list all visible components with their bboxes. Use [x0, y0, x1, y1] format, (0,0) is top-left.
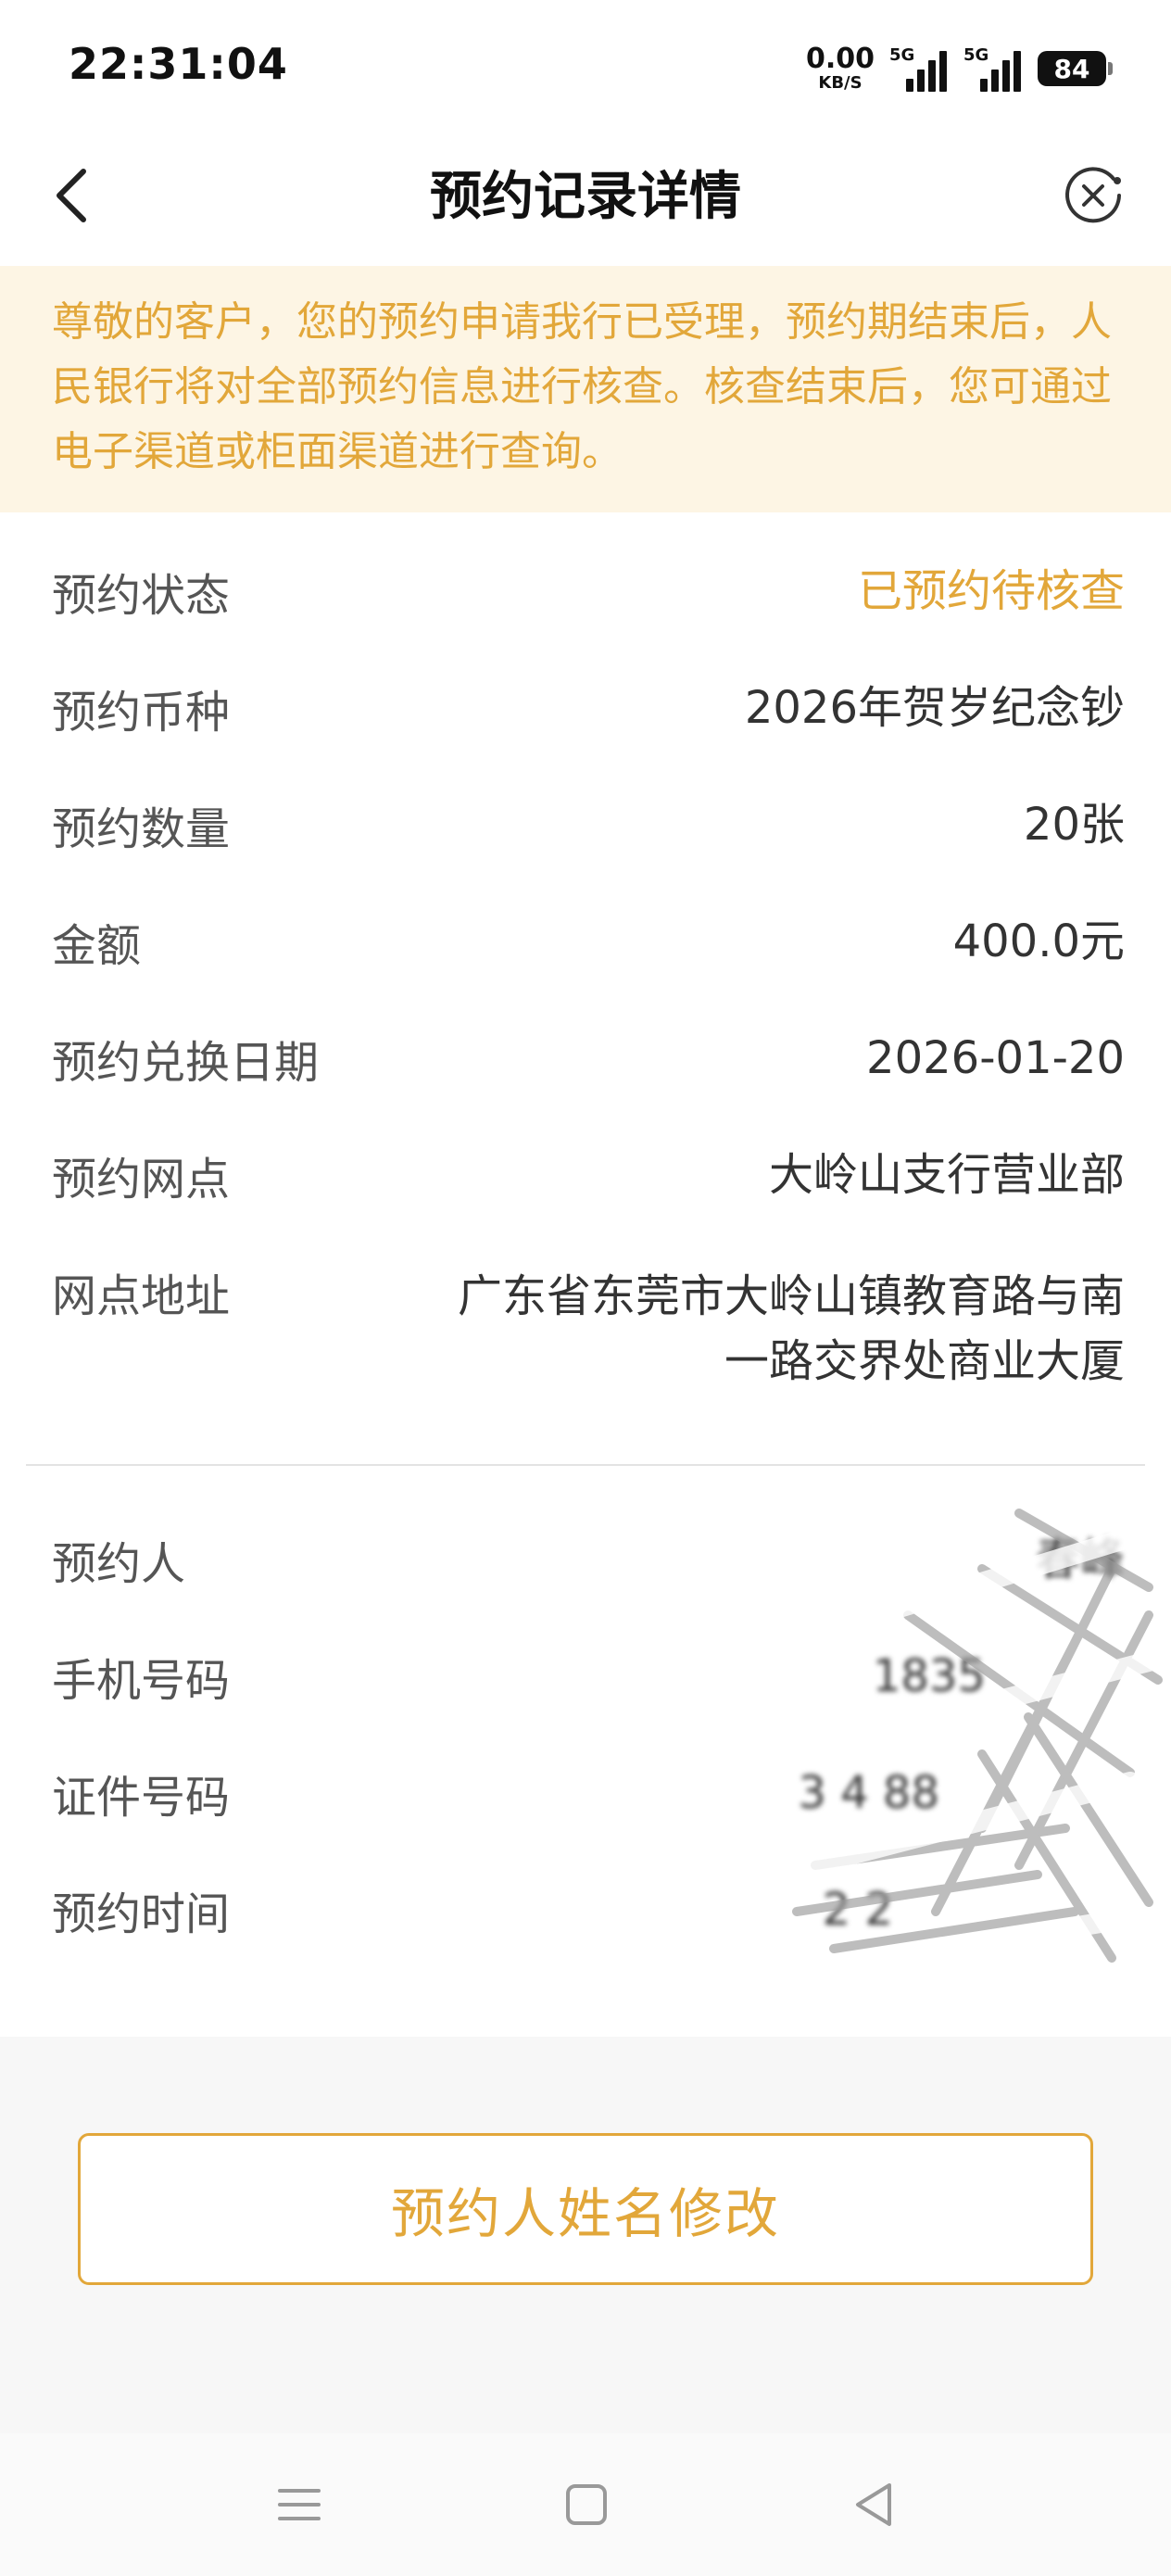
status-bar: 22:31:04 0.00 KB/S 5G 5G 84 [0, 0, 1171, 134]
notice-text: 尊敬的客户，您的预约申请我行已受理，预约期结束后，人民银行将对全部预约信息进行核… [52, 298, 1112, 475]
id-label: 证件号码 [52, 1772, 231, 1824]
amount-value: 400.0元 [952, 915, 1125, 967]
address-value: 广东省东莞市大岭山镇教育路与南一路交界处商业大厦 [457, 1270, 1125, 1387]
phone-label: 手机号码 [52, 1655, 231, 1707]
network-speed-unit: KB/S [818, 73, 863, 93]
exchange-date-value: 2026-01-20 [866, 1032, 1125, 1084]
network-speed: 0.00 KB/S [806, 45, 875, 92]
exchange-date-label: 预约兑换日期 [52, 1037, 320, 1089]
triangle-back-icon [856, 2483, 891, 2526]
battery-icon: 84 [1038, 51, 1113, 86]
detail-row-currency: 预约币种 2026年贺岁纪念钞 [52, 676, 1125, 750]
name-label: 预约人 [52, 1538, 186, 1590]
square-home-icon [566, 2484, 607, 2525]
menu-icon [278, 2489, 321, 2520]
status-value: 已预约待核查 [857, 565, 1125, 617]
status-indicators: 0.00 KB/S 5G 5G 84 [806, 43, 1113, 95]
close-button[interactable] [1062, 164, 1127, 229]
currency-value: 2026年贺岁纪念钞 [744, 682, 1125, 734]
signal-type-label: 5G [889, 45, 915, 65]
address-label: 网点地址 [52, 1270, 231, 1322]
time-label: 预约时间 [52, 1888, 231, 1940]
page-title: 预约记录详情 [430, 167, 741, 227]
modify-name-button[interactable]: 预约人姓名修改 [78, 2133, 1093, 2285]
detail-row-exchange-date: 预约兑换日期 2026-01-20 [52, 1026, 1125, 1100]
amount-label: 金额 [52, 920, 142, 972]
status-label: 预约状态 [52, 570, 231, 622]
detail-row-status: 预约状态 已预约待核查 [52, 559, 1125, 633]
signal-type-label: 5G [963, 45, 989, 65]
reservation-details: 预约状态 已预约待核查 预约币种 2026年贺岁纪念钞 预约数量 20张 金额 … [0, 512, 1171, 2037]
detail-row-address: 网点地址 广东省东莞市大岭山镇教育路与南一路交界处商业大厦 [52, 1259, 1125, 1398]
notice-banner: 尊敬的客户，您的预约申请我行已受理，预约期结束后，人民银行将对全部预约信息进行核… [0, 266, 1171, 512]
network-speed-value: 0.00 [805, 43, 875, 75]
navigation-bar [0, 2433, 1171, 2576]
detail-row-amount: 金额 400.0元 [52, 909, 1125, 983]
signal-icon: 5G [889, 45, 949, 92]
branch-value: 大岭山支行营业部 [768, 1149, 1125, 1201]
branch-label: 预约网点 [52, 1154, 231, 1206]
battery-level: 84 [1053, 53, 1090, 84]
currency-label: 预约币种 [52, 687, 231, 739]
signal-icon: 5G [963, 45, 1023, 92]
nav-back-button[interactable] [845, 2474, 906, 2535]
detail-row-branch: 预约网点 大岭山支行营业部 [52, 1143, 1125, 1217]
status-time: 22:31:04 [69, 39, 288, 89]
modify-name-label: 预约人姓名修改 [390, 2182, 780, 2245]
nav-menu-button[interactable] [269, 2474, 330, 2535]
close-circle-icon [1065, 167, 1121, 223]
quantity-value: 20张 [1023, 799, 1125, 851]
detail-row-quantity: 预约数量 20张 [52, 792, 1125, 866]
section-divider [26, 1464, 1145, 1466]
quantity-label: 预约数量 [52, 803, 231, 855]
title-bar: 预约记录详情 [0, 134, 1171, 266]
redaction-scribble [648, 1509, 1163, 2005]
nav-home-button[interactable] [556, 2474, 617, 2535]
